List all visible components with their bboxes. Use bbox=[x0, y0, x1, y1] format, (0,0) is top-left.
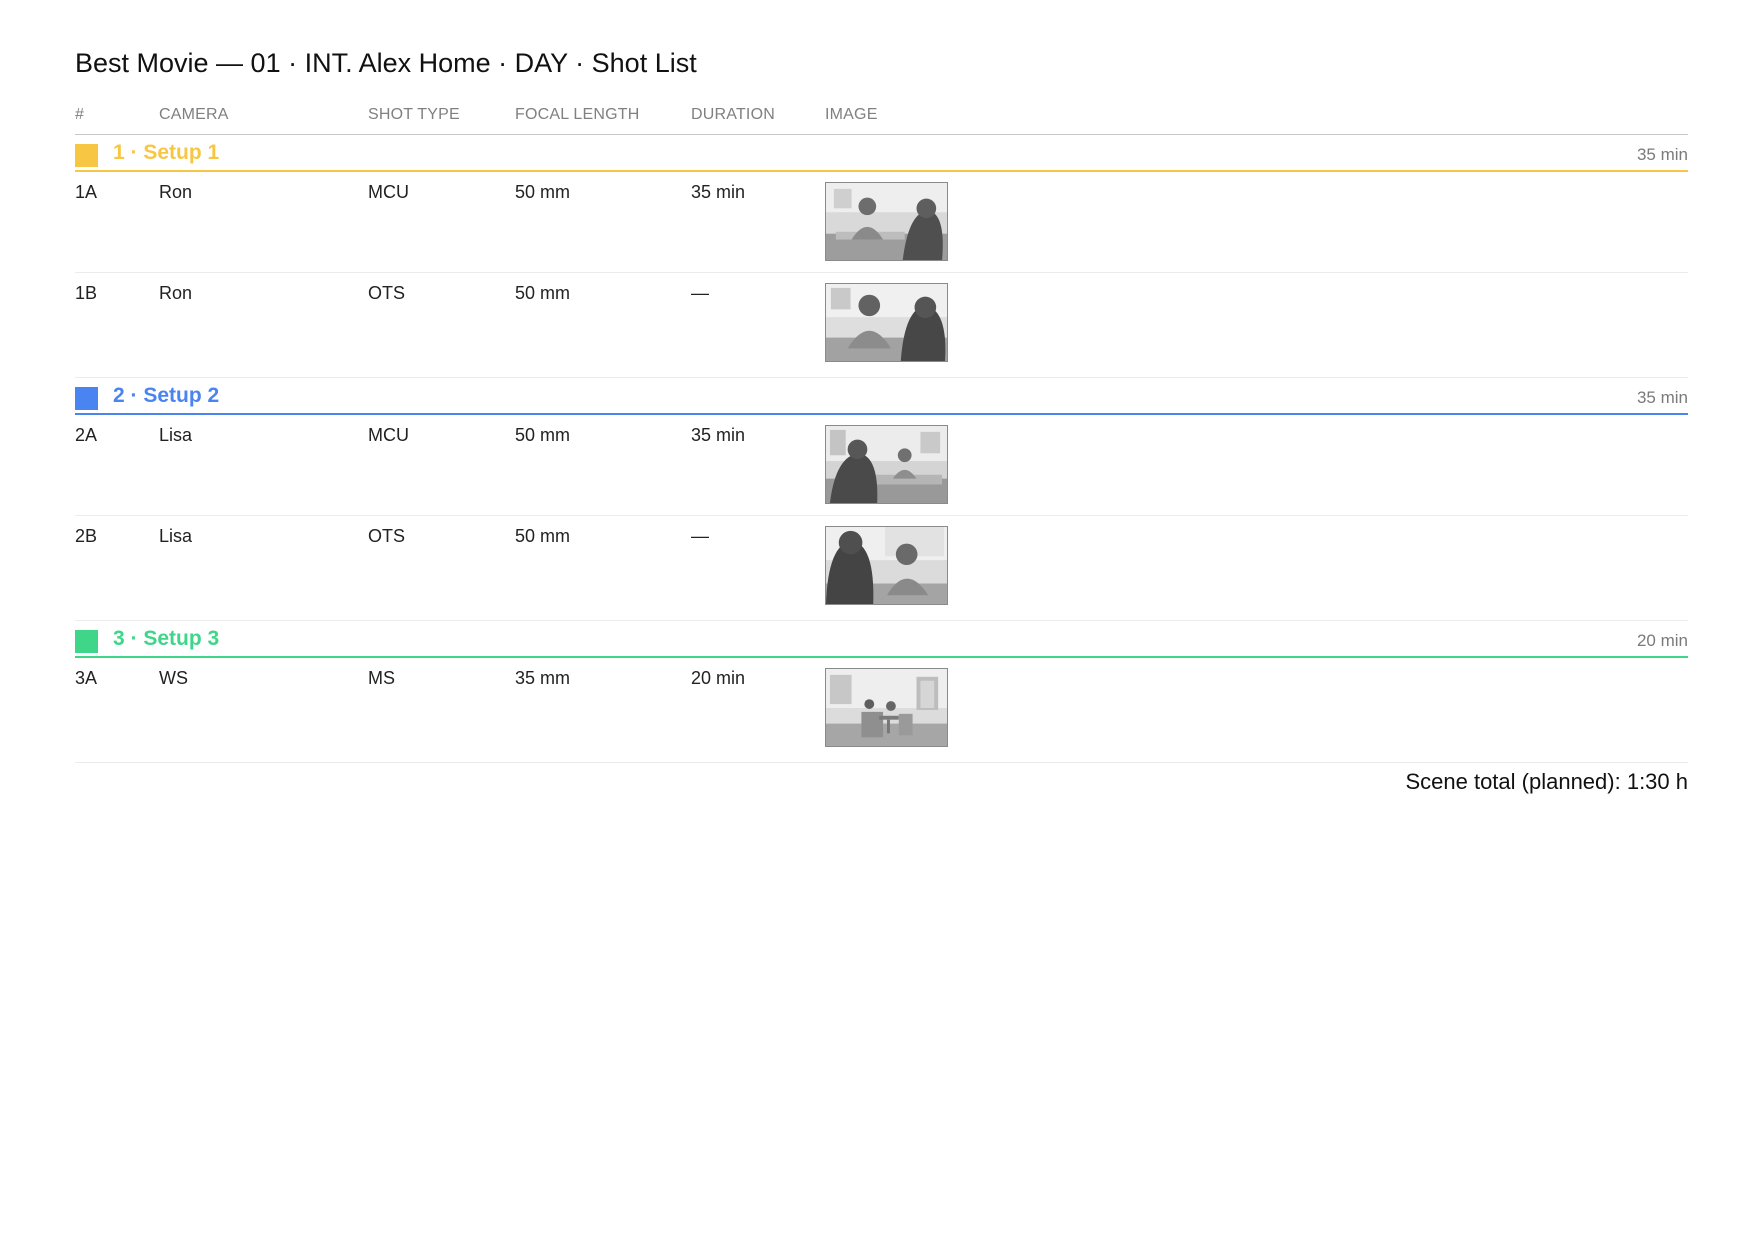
setup-color-swatch bbox=[75, 144, 98, 167]
setup-group-total: 20 min bbox=[1636, 631, 1688, 650]
table-row: 2A Lisa MCU 50 mm 35 min bbox=[75, 415, 1688, 516]
column-header-image: IMAGE bbox=[825, 106, 878, 123]
setup-color-swatch bbox=[75, 630, 98, 653]
shot-duration: 35 min bbox=[691, 425, 746, 445]
setup-group: 1 · Setup 1 35 min 1A Ron MCU 50 mm 35 min 1B Ro… bbox=[75, 135, 1688, 378]
setup-group: 3 · Setup 3 20 min 3A WS MS 35 mm 20 min bbox=[75, 621, 1688, 763]
setup-color-swatch bbox=[75, 387, 98, 410]
shot-camera: Lisa bbox=[159, 425, 193, 445]
setup-group-total: 35 min bbox=[1636, 388, 1688, 407]
storyboard-wide-room-icon[interactable] bbox=[825, 668, 948, 747]
column-header-focal-length: FOCAL LENGTH bbox=[515, 106, 640, 123]
shot-number: 2B bbox=[75, 526, 98, 546]
scene-total: Scene total (planned): 1:30 h bbox=[1405, 769, 1688, 794]
setup-group-title: 3 · Setup 3 bbox=[113, 627, 220, 650]
shot-number: 1A bbox=[75, 182, 98, 202]
shot-duration: — bbox=[691, 283, 709, 303]
shot-camera: Ron bbox=[159, 182, 193, 202]
storyboard-man-facing-woman-icon[interactable] bbox=[825, 182, 948, 261]
shot-shot-type: MS bbox=[368, 668, 395, 688]
table-row: 1B Ron OTS 50 mm — bbox=[75, 273, 1688, 378]
column-header-number: # bbox=[75, 106, 85, 123]
shot-shot-type: MCU bbox=[368, 425, 409, 445]
shot-duration: 35 min bbox=[691, 182, 746, 202]
shot-number: 3A bbox=[75, 668, 98, 688]
shot-camera: WS bbox=[159, 668, 188, 688]
shot-camera: Ron bbox=[159, 283, 193, 303]
shot-number: 1B bbox=[75, 283, 98, 303]
shot-focal-length: 50 mm bbox=[515, 283, 571, 303]
shot-duration: 20 min bbox=[691, 668, 746, 688]
page-title: Best Movie — 01 · INT. Alex Home · DAY ·… bbox=[75, 48, 697, 78]
setup-groups: 1 · Setup 1 35 min 1A Ron MCU 50 mm 35 min 1B Ro… bbox=[75, 135, 1688, 763]
shot-focal-length: 50 mm bbox=[515, 182, 571, 202]
shot-focal-length: 50 mm bbox=[515, 425, 571, 445]
shot-number: 2A bbox=[75, 425, 98, 445]
setup-group-title: 2 · Setup 2 bbox=[113, 384, 220, 407]
table-row: 1A Ron MCU 50 mm 35 min bbox=[75, 172, 1688, 273]
setup-group-header: 2 · Setup 2 35 min bbox=[75, 378, 1688, 415]
column-header-camera: CAMERA bbox=[159, 106, 229, 123]
shot-camera: Lisa bbox=[159, 526, 193, 546]
storyboard-woman-at-table-icon[interactable] bbox=[825, 425, 948, 504]
storyboard-over-shoulder-woman-icon[interactable] bbox=[825, 526, 948, 605]
table-row: 3A WS MS 35 mm 20 min bbox=[75, 658, 1688, 763]
column-header-row: # CAMERA SHOT TYPE FOCAL LENGTH DURATION… bbox=[75, 106, 1688, 135]
shot-duration: — bbox=[691, 526, 709, 546]
setup-group-title: 1 · Setup 1 bbox=[113, 141, 220, 164]
table-row: 2B Lisa OTS 50 mm — bbox=[75, 516, 1688, 621]
storyboard-over-shoulder-man-icon[interactable] bbox=[825, 283, 948, 362]
column-header-duration: DURATION bbox=[691, 106, 775, 123]
shot-focal-length: 50 mm bbox=[515, 526, 571, 546]
shot-shot-type: MCU bbox=[368, 182, 409, 202]
setup-group-total: 35 min bbox=[1636, 145, 1688, 164]
column-header-shot-type: SHOT TYPE bbox=[368, 106, 460, 123]
setup-group: 2 · Setup 2 35 min 2A Lisa MCU 50 mm 35 min 2B L… bbox=[75, 378, 1688, 621]
setup-group-header: 3 · Setup 3 20 min bbox=[75, 621, 1688, 658]
shot-focal-length: 35 mm bbox=[515, 668, 571, 688]
shot-shot-type: OTS bbox=[368, 526, 406, 546]
shot-shot-type: OTS bbox=[368, 283, 406, 303]
setup-group-header: 1 · Setup 1 35 min bbox=[75, 135, 1688, 172]
